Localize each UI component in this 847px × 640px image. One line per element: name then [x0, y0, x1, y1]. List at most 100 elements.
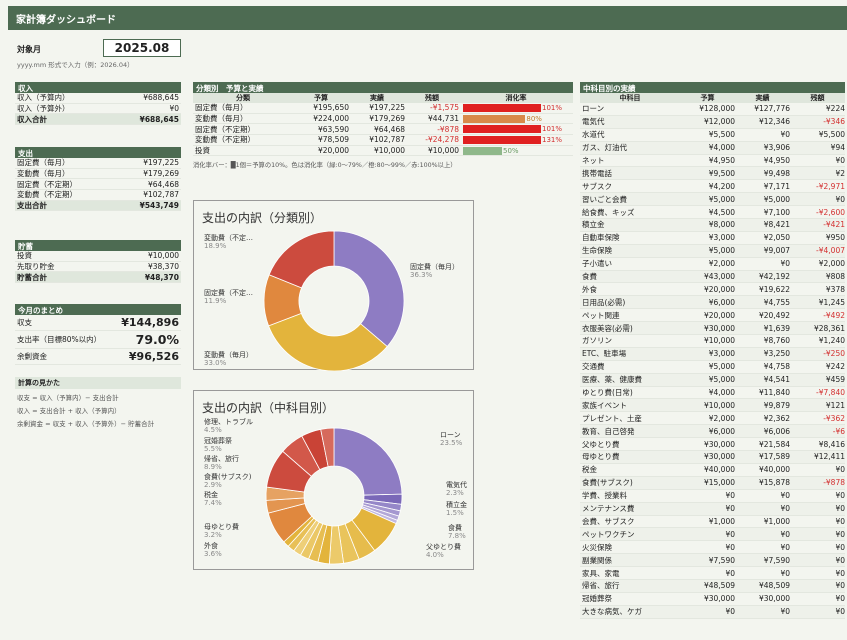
item-row: 家具、家電 ¥0 ¥0 ¥0: [580, 567, 845, 580]
cat-rest: -¥24,278: [425, 135, 459, 145]
item-actual: ¥0: [780, 542, 790, 552]
target-month-hint: yyyy.mm 形式で入力（例：2026.04）: [17, 61, 134, 69]
item-rest: ¥0: [835, 594, 845, 604]
item-name: ネット: [582, 156, 605, 165]
pie2-label: 冠婚葬祭 5.5%: [204, 437, 232, 453]
progress-bar: [463, 146, 502, 155]
cat-pct: 131%: [542, 135, 563, 144]
item-row: 父ゆとり費 ¥30,000 ¥21,584 ¥8,416: [580, 438, 845, 452]
item-budget: ¥2,000: [708, 413, 735, 423]
summary-row-rate: 支出率（目標80%以内） 79.0%: [15, 331, 181, 349]
item-budget: ¥0: [725, 491, 735, 501]
item-actual: ¥2,362: [763, 413, 790, 423]
item-row: 水道代 ¥5,500 ¥0 ¥5,500: [580, 129, 845, 142]
cat-budget: ¥78,509: [317, 135, 349, 145]
summary-value: ¥144,896: [121, 316, 179, 329]
col-header: 残額: [810, 94, 825, 102]
item-row: ローン ¥128,000 ¥127,776 ¥224: [580, 103, 845, 116]
row-label: 貯蓄合計: [17, 272, 47, 282]
item-rest: ¥0: [835, 465, 845, 475]
item-row: 給食費、キッズ ¥4,500 ¥7,100 -¥2,600: [580, 206, 845, 220]
item-budget: ¥10,000: [703, 336, 735, 346]
item-rest: ¥0: [835, 555, 845, 565]
item-rest: ¥459: [825, 375, 845, 385]
item-budget: ¥20,000: [703, 310, 735, 320]
item-name: 水道代: [582, 130, 605, 140]
item-budget: ¥5,000: [708, 375, 735, 385]
summary-value: 79.0%: [135, 332, 179, 347]
item-budget: ¥2,000: [708, 259, 735, 269]
progress-bar: [463, 135, 541, 144]
item-name: 携帯電話: [582, 168, 612, 178]
item-rest: -¥250: [823, 349, 845, 359]
item-row: 教育、自己啓発 ¥6,000 ¥6,006 -¥6: [580, 425, 845, 439]
item-budget: ¥5,000: [708, 246, 735, 256]
item-budget: ¥3,000: [708, 349, 735, 359]
item-name: 父ゆとり費: [582, 439, 620, 449]
item-actual: ¥30,000: [758, 594, 790, 604]
item-budget: ¥0: [725, 529, 735, 539]
item-budget: ¥15,000: [703, 478, 735, 488]
row-value: ¥48,370: [144, 272, 179, 282]
row-label: 支出合計: [17, 201, 47, 211]
pie2-label: 電気代 2.3%: [446, 481, 467, 497]
item-actual: ¥40,000: [758, 465, 790, 475]
item-rest: -¥421: [823, 220, 845, 230]
item-rest: ¥28,361: [813, 323, 845, 333]
item-row: 学費、授業料 ¥0 ¥0 ¥0: [580, 490, 845, 503]
item-name: 家族イベント: [582, 400, 627, 410]
cat-actual: ¥179,269: [369, 114, 405, 124]
item-rest: -¥4,007: [816, 246, 845, 256]
row-label: 収入（予算外）: [17, 104, 70, 114]
item-budget: ¥4,000: [708, 388, 735, 398]
item-rest: ¥0: [835, 529, 845, 539]
item-budget: ¥40,000: [703, 465, 735, 475]
pie1-label: 固定費（不定… 11.9%: [204, 289, 253, 305]
item-actual: ¥0: [780, 568, 790, 578]
pie1-label: 固定費（毎月） 36.3%: [410, 263, 459, 279]
item-rest: ¥1,245: [818, 297, 845, 307]
item-row: 税金 ¥40,000 ¥40,000 ¥0: [580, 464, 845, 477]
income-table: 収入 収入（予算内） ¥688,645 収入（予算外） ¥0 収入合計 ¥688,645: [15, 82, 181, 126]
item-rest: -¥492: [823, 310, 845, 320]
progress-bar: [463, 125, 541, 134]
item-actual: ¥9,007: [763, 246, 790, 256]
item-name: 学費、授業料: [582, 491, 627, 501]
item-budget: ¥4,500: [708, 207, 735, 217]
item-budget: ¥0: [725, 542, 735, 552]
category-row: 投資 ¥20,000 ¥10,000 ¥10,000 50%: [193, 146, 573, 157]
cat-rest: ¥44,731: [427, 114, 459, 124]
item-rest: ¥121: [825, 400, 845, 410]
summary-label: 余剰資金: [17, 352, 47, 361]
expense-header: 支出: [15, 147, 181, 158]
item-row: 外食 ¥20,000 ¥19,622 ¥378: [580, 283, 845, 297]
target-month-label: 対象月: [17, 45, 41, 54]
pie-slice: [333, 230, 405, 348]
cat-actual: ¥197,225: [369, 103, 405, 113]
item-rest: ¥242: [825, 362, 845, 372]
item-actual: ¥8,421: [763, 220, 790, 230]
table-row: 貯蓄合計 ¥48,370: [15, 272, 181, 284]
item-row: 生命保険 ¥5,000 ¥9,007 -¥4,007: [580, 244, 845, 258]
table-row: 支出合計 ¥543,749: [15, 200, 181, 212]
item-row: 電気代 ¥12,000 ¥12,346 -¥346: [580, 115, 845, 129]
item-row: プレゼント、土産 ¥2,000 ¥2,362 -¥362: [580, 412, 845, 426]
pie2-label: 積立金 1.5%: [446, 501, 467, 517]
item-actual: ¥15,878: [758, 478, 790, 488]
item-name: 副業関係: [582, 555, 612, 565]
col-header: 実績: [755, 94, 770, 102]
item-name: 教育、自己啓発: [582, 426, 635, 436]
income-header: 収入: [15, 82, 181, 93]
item-name: 帰省、旅行: [582, 581, 620, 591]
item-actual: ¥8,760: [763, 336, 790, 346]
item-name: 交通費: [582, 362, 605, 372]
item-actual: ¥0: [780, 259, 790, 269]
item-name: 火災保険: [582, 542, 612, 552]
table-row: 収入合計 ¥688,645: [15, 114, 181, 126]
target-month-input[interactable]: 2025.08: [103, 39, 181, 57]
summary-row-balance: 収支 ¥144,896: [15, 315, 181, 331]
item-name: 日用品(必需): [582, 297, 626, 307]
row-label: 固定費（不定期）: [17, 179, 77, 189]
item-rest: -¥2,600: [816, 207, 845, 217]
item-name: 外食: [582, 284, 597, 294]
